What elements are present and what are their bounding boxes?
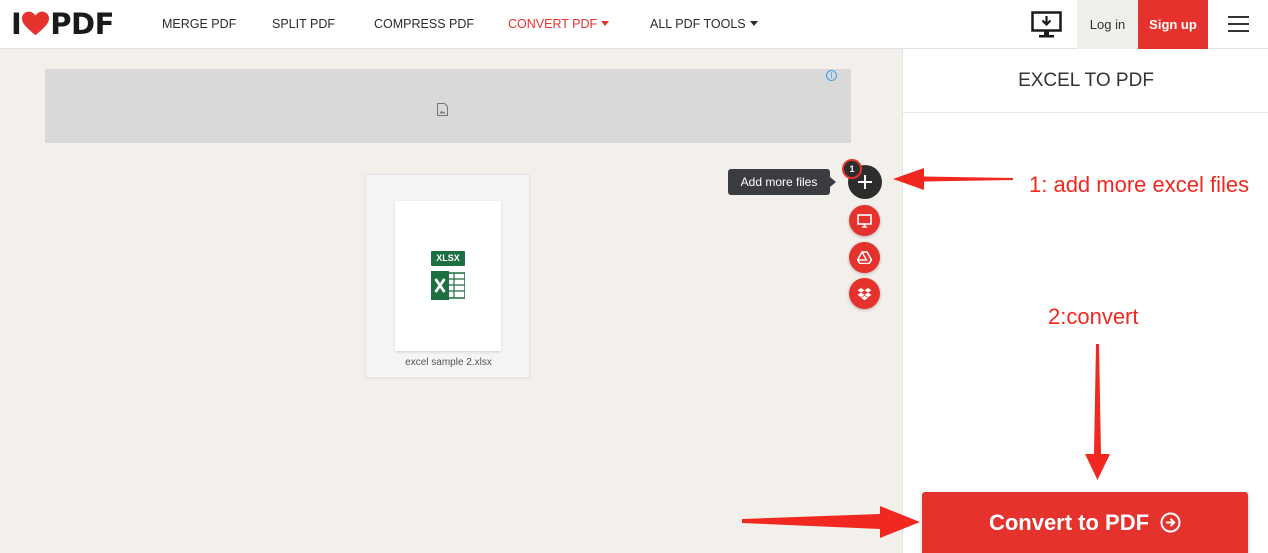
signup-button[interactable]: Sign up — [1138, 0, 1208, 49]
annotation-step-2: 2:convert — [1048, 304, 1139, 329]
plus-icon — [858, 175, 872, 189]
ad-banner[interactable]: i — [45, 69, 851, 143]
ad-info-icon[interactable]: i — [826, 70, 837, 81]
nav-convert-pdf[interactable]: CONVERT PDF — [508, 17, 610, 31]
logo-letter: I — [11, 7, 22, 41]
nav-all-tools-label: ALL PDF TOOLS — [650, 17, 746, 31]
nav-split-pdf[interactable]: SPLIT PDF — [272, 17, 335, 31]
login-button[interactable]: Log in — [1077, 0, 1138, 49]
convert-button-label: Convert to PDF — [988, 509, 1150, 535]
caret-down-icon — [601, 21, 610, 26]
logo-word: PDF — [50, 7, 114, 41]
upload-from-google-drive-button[interactable] — [849, 242, 880, 273]
upload-from-computer-button[interactable] — [849, 205, 880, 236]
nav-all-pdf-tools[interactable]: ALL PDF TOOLS — [650, 17, 758, 31]
tool-side-panel: EXCEL TO PDF — [902, 49, 1268, 553]
top-header: I PDF MERGE PDF SPLIT PDF COMPRESS PDF C… — [0, 0, 1268, 49]
desktop-download-icon[interactable] — [1031, 11, 1062, 38]
file-preview: XLSX — [395, 201, 501, 351]
ilovepdf-logo[interactable]: I PDF — [11, 7, 114, 41]
file-type-badge: XLSX — [431, 251, 465, 266]
nav-convert-label: CONVERT PDF — [508, 17, 598, 31]
broken-image-icon — [437, 103, 448, 116]
hamburger-menu-icon[interactable] — [1228, 15, 1249, 33]
arrow-to-convert-button — [742, 506, 920, 538]
dropbox-icon — [857, 287, 872, 300]
nav-merge-pdf[interactable]: MERGE PDF — [162, 17, 236, 31]
computer-icon — [857, 213, 872, 228]
file-name: excel sample 2.xlsx — [405, 357, 492, 368]
file-card[interactable]: XLSX excel sample 2.xlsx — [365, 174, 530, 378]
google-drive-icon — [857, 251, 872, 264]
caret-down-icon — [749, 21, 758, 26]
nav-compress-pdf[interactable]: COMPRESS PDF — [374, 17, 474, 31]
file-count-badge: 1 — [842, 159, 862, 179]
upload-from-dropbox-button[interactable] — [849, 278, 880, 309]
panel-title: EXCEL TO PDF — [903, 49, 1268, 113]
heart-icon — [22, 11, 50, 36]
add-files-tooltip: Add more files — [728, 169, 836, 195]
convert-to-pdf-button[interactable]: Convert to PDF — [922, 492, 1248, 553]
arrow-circle-right-icon — [1160, 512, 1181, 533]
annotation-step-1: 1: add more excel files — [1029, 172, 1250, 197]
excel-icon — [431, 271, 465, 300]
